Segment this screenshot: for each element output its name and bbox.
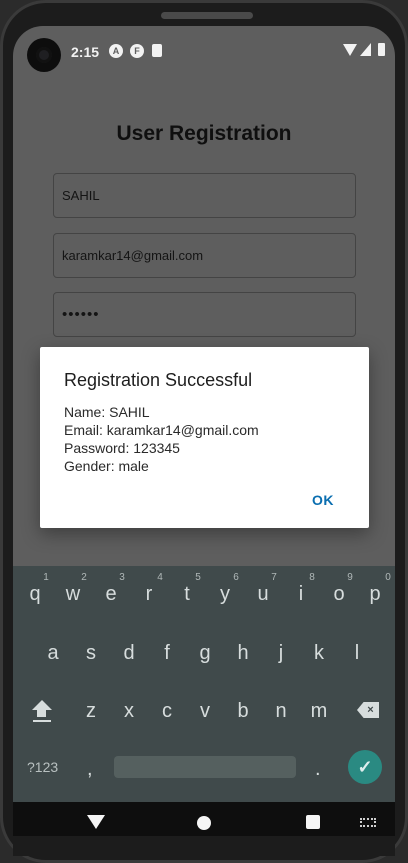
- key-n[interactable]: n: [268, 700, 294, 723]
- key-m[interactable]: m: [306, 700, 332, 723]
- status-time: 2:15: [71, 44, 100, 60]
- phone-screen: 2:15 A F User Registration SAHIL karamka…: [13, 26, 395, 836]
- a-icon: A: [109, 44, 123, 58]
- key-hint-7: 7: [271, 572, 277, 583]
- name-input[interactable]: SAHIL: [53, 173, 356, 218]
- key-hint-4: 4: [157, 572, 163, 583]
- key-i[interactable]: i: [288, 583, 314, 606]
- key-hint-9: 9: [347, 572, 353, 583]
- wifi-icon: [343, 44, 357, 56]
- space-key[interactable]: [114, 756, 296, 778]
- keyboard-switch-icon[interactable]: [360, 818, 376, 827]
- registration-success-dialog: Registration Successful Name: SAHIL Emai…: [40, 347, 369, 528]
- key-a[interactable]: a: [40, 642, 66, 665]
- key-t[interactable]: t: [174, 583, 200, 606]
- key-l[interactable]: l: [344, 642, 370, 665]
- key-hint-1: 1: [43, 572, 49, 583]
- key-hint-2: 2: [81, 572, 87, 583]
- front-camera: [27, 38, 61, 72]
- key-j[interactable]: j: [268, 642, 294, 665]
- key-h[interactable]: h: [230, 642, 256, 665]
- key-hint-3: 3: [119, 572, 125, 583]
- key-b[interactable]: b: [230, 700, 256, 723]
- navigation-bar: [13, 802, 395, 836]
- key-p[interactable]: p: [362, 583, 388, 606]
- key-y[interactable]: y: [212, 583, 238, 606]
- password-input[interactable]: ••••••: [53, 292, 356, 337]
- back-icon[interactable]: [87, 815, 105, 829]
- key-hint-5: 5: [195, 572, 201, 583]
- key-r[interactable]: r: [136, 583, 162, 606]
- status-bar: 2:15 A F: [13, 26, 395, 76]
- dialog-name-line: Name: SAHIL: [64, 404, 150, 420]
- key-hint-6: 6: [233, 572, 239, 583]
- key-hint-8: 8: [309, 572, 315, 583]
- backspace-icon[interactable]: ×: [357, 702, 379, 718]
- key-f[interactable]: f: [154, 642, 180, 665]
- shift-key[interactable]: [31, 700, 53, 726]
- key-w[interactable]: w: [60, 583, 86, 606]
- key-z[interactable]: z: [78, 700, 104, 723]
- ok-button[interactable]: OK: [303, 492, 343, 512]
- dialog-password-line: Password: 123345: [64, 440, 180, 456]
- key-o[interactable]: o: [326, 583, 352, 606]
- key-s[interactable]: s: [78, 642, 104, 665]
- page-title: User Registration: [116, 122, 292, 145]
- shift-arrow-icon: [32, 700, 52, 710]
- bottom-bezel: [13, 836, 395, 856]
- key-x[interactable]: x: [116, 700, 142, 723]
- email-input[interactable]: karamkar14@gmail.com: [53, 233, 356, 278]
- key-u[interactable]: u: [250, 583, 276, 606]
- period-key[interactable]: .: [315, 758, 321, 781]
- signal-icon: [360, 43, 371, 56]
- f-icon: F: [130, 44, 144, 58]
- soft-keyboard: 1 2 3 4 5 6 7 8 9 0 q w e r t y u i o p …: [13, 566, 395, 802]
- key-c[interactable]: c: [154, 700, 180, 723]
- password-input-value: ••••••: [62, 306, 100, 323]
- dialog-gender-line: Gender: male: [64, 458, 149, 474]
- dialog-body: Name: SAHIL Email: karamkar14@gmail.com …: [64, 403, 259, 475]
- home-icon[interactable]: [197, 816, 211, 830]
- dialog-email-line: Email: karamkar14@gmail.com: [64, 422, 259, 438]
- dialog-title: Registration Successful: [64, 370, 253, 390]
- symbols-key[interactable]: ?123: [27, 759, 58, 775]
- key-k[interactable]: k: [306, 642, 332, 665]
- key-d[interactable]: d: [116, 642, 142, 665]
- speaker-notch: [161, 12, 253, 19]
- key-e[interactable]: e: [98, 583, 124, 606]
- key-v[interactable]: v: [192, 700, 218, 723]
- recents-icon[interactable]: [306, 815, 320, 829]
- comma-key[interactable]: ,: [87, 758, 93, 781]
- sd-card-icon: [152, 44, 162, 57]
- enter-check-icon[interactable]: ✓: [348, 750, 382, 784]
- key-g[interactable]: g: [192, 642, 218, 665]
- name-input-value: SAHIL: [62, 188, 100, 203]
- battery-icon: [378, 43, 385, 56]
- key-q[interactable]: q: [22, 583, 48, 606]
- email-input-value: karamkar14@gmail.com: [62, 248, 204, 263]
- key-hint-0: 0: [385, 572, 391, 583]
